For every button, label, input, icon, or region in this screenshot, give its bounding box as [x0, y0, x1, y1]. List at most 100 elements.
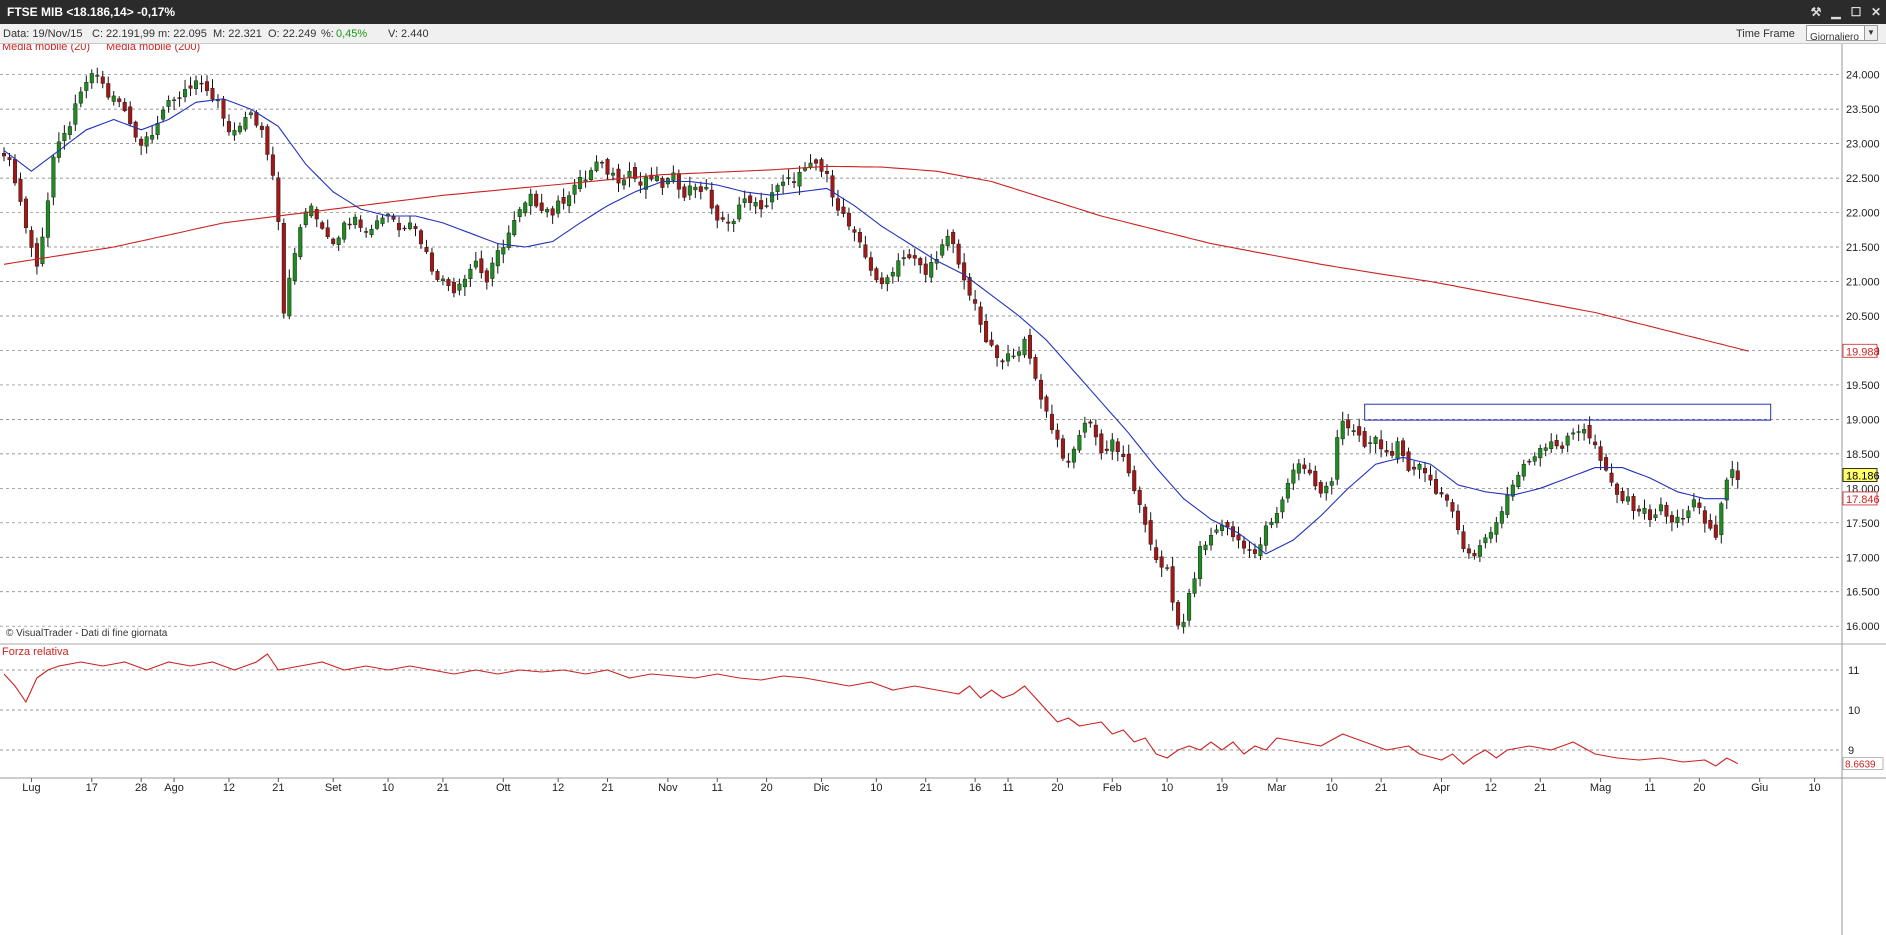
- candle-body: [1587, 424, 1592, 439]
- x-tick-label: 10: [1326, 782, 1338, 794]
- candle-body: [1708, 520, 1713, 529]
- candle-body: [1187, 593, 1192, 621]
- y-tick-label: 16.000: [1846, 621, 1880, 633]
- candle-body: [1390, 451, 1395, 456]
- candle-body: [835, 198, 840, 211]
- x-tick-label: Nov: [658, 782, 678, 794]
- candle-body: [358, 219, 363, 228]
- candle-body: [1680, 517, 1685, 520]
- candle-body: [654, 175, 659, 181]
- candle-body: [1499, 511, 1504, 524]
- candle-body: [1192, 578, 1197, 594]
- candle-body: [731, 221, 736, 225]
- maximize-icon[interactable]: ☐: [1846, 0, 1866, 24]
- candle-body: [1713, 524, 1718, 538]
- candle-body: [2, 153, 6, 157]
- candle-body: [1132, 470, 1137, 492]
- y-tick-label: 16.500: [1846, 587, 1880, 599]
- candle-body: [1148, 520, 1153, 545]
- candle-body: [1609, 472, 1614, 483]
- candle-body: [1236, 534, 1241, 541]
- candle-body: [1006, 353, 1011, 362]
- chevron-down-icon[interactable]: ▼: [1864, 26, 1877, 40]
- candle-body: [1011, 355, 1016, 358]
- candle-body: [523, 202, 528, 214]
- candle-body: [1209, 534, 1214, 546]
- candle-body: [1401, 440, 1406, 456]
- candle-body: [1340, 420, 1345, 440]
- x-tick-label: Ott: [496, 782, 511, 794]
- candle-body: [161, 109, 166, 120]
- candle-body: [1154, 547, 1159, 560]
- x-tick-label: 10: [382, 782, 394, 794]
- candle-body: [989, 339, 994, 346]
- candle-body: [929, 262, 934, 278]
- candle-body: [1472, 552, 1477, 557]
- candle-body: [243, 117, 248, 130]
- y-tick-label: 19.500: [1846, 380, 1880, 392]
- candle-body: [1543, 447, 1548, 451]
- candle-body: [742, 198, 747, 203]
- candle-body: [1318, 482, 1323, 494]
- candle-body: [1406, 451, 1411, 471]
- candle-body: [1691, 499, 1696, 508]
- candle-body: [1724, 479, 1729, 501]
- candle-body: [484, 270, 489, 283]
- candle-body: [682, 186, 687, 198]
- x-tick-label: 21: [437, 782, 449, 794]
- close-icon[interactable]: ✕: [1866, 0, 1886, 24]
- window-title: FTSE MIB <18.186,14> -0,17%: [7, 5, 176, 19]
- timeframe-select[interactable]: Giornaliero ▼: [1806, 25, 1878, 43]
- candle-body: [687, 185, 692, 196]
- candle-body: [1631, 495, 1636, 511]
- minimize-icon[interactable]: ▁: [1826, 0, 1846, 24]
- candle-body: [424, 247, 429, 253]
- candle-body: [1291, 469, 1296, 484]
- x-tick-label: 21: [1534, 782, 1546, 794]
- candle-body: [106, 83, 111, 98]
- candle-body: [923, 263, 928, 275]
- candle-body: [495, 250, 500, 267]
- candle-body: [248, 112, 253, 115]
- pct-label: %:: [321, 28, 334, 40]
- candle-body: [693, 186, 698, 191]
- x-tick-label: 20: [1693, 782, 1705, 794]
- candle-body: [1274, 513, 1279, 524]
- candle-body: [1516, 474, 1521, 488]
- candle-body: [1225, 522, 1230, 528]
- candle-body: [1329, 481, 1334, 486]
- candle-body: [23, 198, 28, 228]
- candle-body: [1538, 448, 1543, 459]
- candle-body: [940, 244, 945, 256]
- candle-body: [353, 216, 358, 225]
- tools-icon[interactable]: ⚒: [1806, 0, 1826, 24]
- candle-body: [199, 82, 204, 85]
- candle-body: [1636, 508, 1641, 512]
- candle-body: [468, 268, 473, 280]
- candle-body: [347, 223, 352, 226]
- candle-body: [1137, 489, 1142, 505]
- legend-ma200: Media mobile (200): [106, 44, 200, 53]
- candle-body: [1384, 450, 1389, 453]
- candle-body: [40, 236, 45, 264]
- candle-body: [726, 221, 731, 224]
- candle-body: [824, 171, 829, 174]
- candle-body: [1110, 439, 1115, 452]
- candle-body: [1302, 464, 1307, 469]
- candle-body: [1351, 430, 1356, 432]
- candle-body: [380, 217, 385, 224]
- candle-body: [34, 243, 39, 267]
- x-tick-label: 21: [1375, 782, 1387, 794]
- candle-body: [1653, 514, 1658, 518]
- candle-body: [857, 232, 862, 243]
- candle-body: [1593, 441, 1598, 446]
- candle-body: [1379, 439, 1384, 450]
- x-tick-label: 11: [1644, 782, 1655, 794]
- price-label: 17.846: [1846, 494, 1880, 506]
- candle-body: [1252, 549, 1257, 554]
- candle-body: [1165, 567, 1170, 569]
- candle-body: [995, 345, 1000, 358]
- candle-body: [391, 216, 396, 220]
- candle-body: [1247, 549, 1252, 551]
- candle-body: [539, 202, 544, 211]
